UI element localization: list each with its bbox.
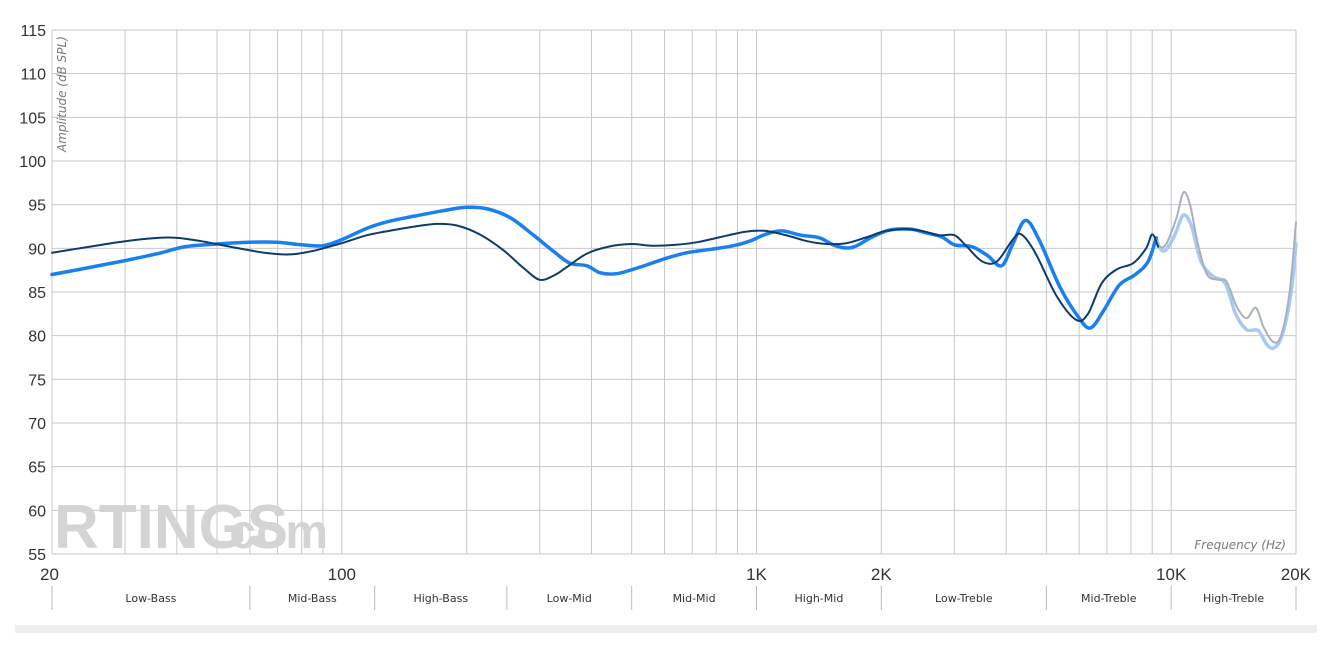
watermark: RTINGS .com	[54, 493, 328, 562]
y-tick-label: 100	[19, 154, 46, 171]
frequency-response-chart: RTINGS .com 55 60 65 70 75 80 85 90 95 100 105 110 1…	[19, 23, 1312, 610]
series	[50, 190, 1298, 351]
band-label: High-Mid	[795, 592, 844, 605]
x-tick-label: 20	[40, 565, 59, 584]
y-tick-label: 110	[20, 67, 46, 84]
band-label: Mid-Treble	[1081, 592, 1137, 605]
y-tick-label: 95	[28, 198, 46, 215]
series-line	[50, 205, 1158, 330]
band-label: High-Treble	[1203, 592, 1264, 605]
band-label: Low-Mid	[547, 592, 592, 605]
y-tick-label: 70	[28, 416, 46, 433]
series-line-faded	[1157, 190, 1297, 344]
y-tick-label: 115	[20, 23, 46, 40]
y-tick-label: 85	[28, 285, 46, 302]
band-label: High-Bass	[413, 592, 468, 605]
y-tick-label: 90	[28, 241, 46, 258]
band-label: Low-Treble	[935, 592, 993, 605]
band-label: Mid-Mid	[673, 592, 716, 605]
y-tick-label: 75	[28, 372, 46, 389]
y-tick-label: 80	[28, 329, 46, 346]
x-tick-label: 10K	[1156, 565, 1187, 584]
y-axis-title: Amplitude (dB SPL)	[55, 36, 69, 153]
x-axis-ticks: 20 100 1K 2K 10K 20K	[40, 565, 1312, 584]
x-tick-label: 100	[328, 565, 356, 584]
band-label: Mid-Bass	[288, 592, 337, 605]
y-tick-label: 65	[28, 460, 46, 477]
x-tick-label: 2K	[871, 565, 892, 584]
band-label: Low-Bass	[125, 592, 176, 605]
grid	[51, 29, 1297, 555]
x-tick-label: 1K	[746, 565, 767, 584]
y-axis-ticks: 55 60 65 70 75 80 85 90 95 100 105 110 115	[19, 23, 46, 564]
footer-bar	[15, 625, 1317, 633]
y-tick-label: 105	[19, 110, 46, 127]
y-tick-label: 55	[28, 547, 46, 564]
watermark-suffix: .com	[216, 506, 328, 559]
y-tick-label: 60	[28, 503, 46, 520]
x-tick-label: 20K	[1281, 565, 1312, 584]
x-axis-title: Frequency (Hz)	[1194, 538, 1286, 552]
frequency-bands: Low-Bass Mid-Bass High-Bass Low-Mid Mid-Mid H…	[51, 586, 1297, 610]
